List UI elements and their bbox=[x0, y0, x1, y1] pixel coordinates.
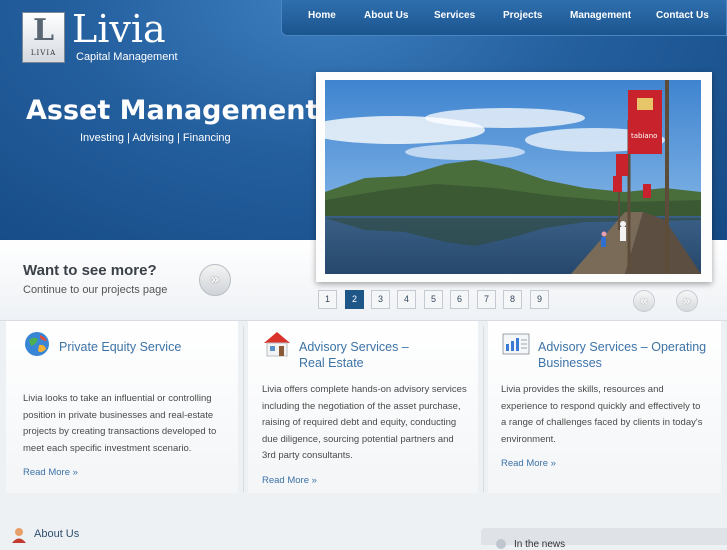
logo-badge-letter: L bbox=[32, 13, 55, 48]
text-line: a range of challenges faced by clients i… bbox=[501, 417, 703, 428]
logo-badge[interactable]: L LIVIA bbox=[22, 12, 65, 63]
slide-page-5[interactable]: 5 bbox=[424, 290, 443, 309]
text-line: projects by creating transactions develo… bbox=[23, 426, 217, 437]
slide-page-3[interactable]: 3 bbox=[371, 290, 390, 309]
text-line: experience to respond quickly and effect… bbox=[501, 400, 701, 412]
about-us-heading[interactable]: About Us bbox=[34, 528, 79, 540]
house-icon bbox=[264, 332, 290, 357]
operating-businesses-title[interactable]: Advisory Services – Operating Businesses bbox=[538, 339, 706, 371]
main-nav: Home About Us Services Projects Manageme… bbox=[281, 0, 727, 36]
nav-management[interactable]: Management bbox=[570, 10, 631, 21]
projects-more-button[interactable]: » bbox=[199, 264, 231, 296]
operating-businesses-read-more[interactable]: Read More » bbox=[501, 458, 556, 469]
slideshow-image[interactable]: tabiano bbox=[325, 80, 701, 274]
text-line: position in private businesses and real-… bbox=[23, 409, 214, 421]
column-divider bbox=[483, 326, 484, 492]
slide-sign-text: tabiano bbox=[631, 132, 657, 140]
text-line: 3rd party consultants. bbox=[262, 450, 353, 461]
text-line: Livia provides the skills, resources and bbox=[501, 384, 664, 395]
document-chart-icon bbox=[502, 333, 530, 355]
private-equity-title[interactable]: Private Equity Service bbox=[59, 339, 181, 355]
text-line: due diligence, sourcing potential partne… bbox=[262, 433, 454, 445]
nav-about-us[interactable]: About Us bbox=[364, 10, 408, 21]
slide-page-1[interactable]: 1 bbox=[318, 290, 337, 309]
real-estate-text: Livia offers complete hands-on advisory … bbox=[262, 382, 467, 465]
text-line: including the negotiation of the asset p… bbox=[262, 400, 461, 412]
text-line: Livia looks to take an influential or co… bbox=[23, 393, 212, 404]
slide-page-8[interactable]: 8 bbox=[503, 290, 522, 309]
logo-subtitle: Capital Management bbox=[76, 51, 178, 63]
real-estate-read-more[interactable]: Read More » bbox=[262, 475, 317, 486]
slide-page-4[interactable]: 4 bbox=[397, 290, 416, 309]
column-divider bbox=[243, 326, 244, 492]
hero-title: Asset Management bbox=[26, 95, 319, 126]
text-line: raising of required debt and equity, con… bbox=[262, 417, 457, 428]
nav-contact-us[interactable]: Contact Us bbox=[656, 10, 709, 21]
nav-projects[interactable]: Projects bbox=[503, 10, 542, 21]
slide-next-button[interactable]: » bbox=[676, 290, 698, 312]
hero-tagline: Investing | Advising | Financing bbox=[80, 132, 231, 144]
nav-services[interactable]: Services bbox=[434, 10, 475, 21]
text-line: meet each specific investment scenario. bbox=[23, 442, 192, 454]
logo-name[interactable]: Livia bbox=[72, 8, 166, 50]
private-equity-read-more[interactable]: Read More » bbox=[23, 467, 78, 478]
globe-icon bbox=[25, 332, 49, 356]
slide-page-7[interactable]: 7 bbox=[477, 290, 496, 309]
projects-heading: Want to see more? bbox=[23, 262, 157, 279]
title-line: Advisory Services – Operating bbox=[538, 340, 707, 354]
slide-page-9[interactable]: 9 bbox=[530, 290, 549, 309]
person-icon bbox=[12, 528, 26, 543]
slide-page-6[interactable]: 6 bbox=[450, 290, 469, 309]
slide-page-2[interactable]: 2 bbox=[345, 290, 364, 309]
text-line: Livia offers complete hands-on advisory … bbox=[262, 384, 467, 395]
text-line: environment. bbox=[501, 433, 556, 445]
projects-subtext: Continue to our projects page bbox=[23, 284, 168, 296]
slide-prev-button[interactable]: « bbox=[633, 290, 655, 312]
title-line: Real Estate bbox=[299, 356, 364, 370]
news-icon bbox=[496, 539, 506, 549]
title-line: Advisory Services – bbox=[299, 340, 409, 354]
logo-badge-text: LIVIA bbox=[30, 49, 57, 57]
nav-home[interactable]: Home bbox=[308, 10, 336, 21]
operating-businesses-text: Livia provides the skills, resources and… bbox=[501, 382, 702, 448]
private-equity-text: Livia looks to take an influential or co… bbox=[23, 391, 216, 457]
title-line: Businesses bbox=[538, 356, 602, 370]
real-estate-title[interactable]: Advisory Services – Real Estate bbox=[299, 339, 409, 371]
